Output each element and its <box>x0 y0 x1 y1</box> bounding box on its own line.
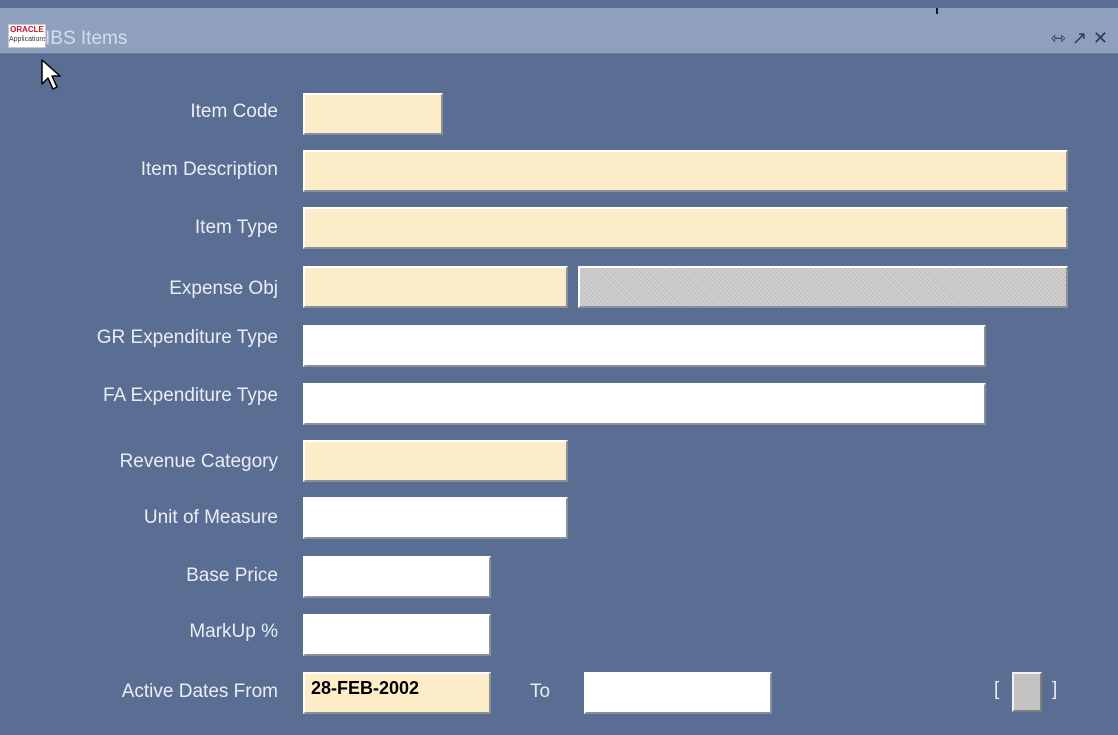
unit-of-measure-field[interactable] <box>303 497 568 539</box>
base-price-field[interactable] <box>303 556 491 598</box>
revenue-category-field[interactable] <box>303 440 568 482</box>
descriptive-flexfield-button[interactable] <box>1012 672 1042 712</box>
title-bar: ORACLE Applications IBS Items ⇿↗✕ <box>0 8 1118 54</box>
unit-of-measure-label: Unit of Measure <box>143 507 278 528</box>
item-code-field[interactable] <box>303 93 443 135</box>
markup-percent-label: MarkUp % <box>189 621 278 642</box>
markup-percent-field[interactable] <box>303 614 491 656</box>
base-price-label: Base Price <box>186 565 278 586</box>
app-logo-sub: Applications <box>9 36 46 43</box>
fa-expenditure-type-field[interactable] <box>303 383 986 425</box>
active-dates-from-field[interactable]: 28-FEB-2002 <box>303 672 491 714</box>
window-controls: ⇿↗✕ <box>1051 28 1114 49</box>
gr-expenditure-type-field[interactable] <box>303 325 986 367</box>
gr-expenditure-type-label: GR Expenditure Type <box>96 327 278 348</box>
maximize-icon[interactable]: ↗ <box>1072 28 1093 49</box>
item-type-label: Item Type <box>194 217 278 238</box>
revenue-category-label: Revenue Category <box>119 451 278 472</box>
titlebar-mark <box>936 8 938 14</box>
window-title: IBS Items <box>45 28 128 49</box>
close-icon[interactable]: ✕ <box>1093 28 1114 49</box>
active-dates-to-label: To <box>530 681 551 702</box>
expense-obj-field[interactable] <box>303 266 568 308</box>
item-type-field[interactable] <box>303 207 1068 249</box>
flexfield-close-bracket: ] <box>1052 679 1058 700</box>
expense-obj-label: Expense Obj <box>169 278 278 299</box>
active-dates-from-label: Active Dates From <box>121 681 278 702</box>
item-description-field[interactable] <box>303 150 1068 192</box>
item-code-label: Item Code <box>190 101 278 122</box>
item-description-label: Item Description <box>140 159 278 180</box>
mouse-pointer-icon <box>41 59 61 90</box>
app-logo-text: ORACLE <box>10 25 44 34</box>
expense-obj-description-field <box>578 266 1068 308</box>
active-dates-to-field[interactable] <box>584 672 772 714</box>
fa-expenditure-type-label: FA Expenditure Type <box>103 385 278 406</box>
minimize-icon[interactable]: ⇿ <box>1051 28 1072 49</box>
flexfield-open-bracket: [ <box>994 679 1000 700</box>
oracle-logo-icon: ORACLE Applications <box>8 24 46 48</box>
